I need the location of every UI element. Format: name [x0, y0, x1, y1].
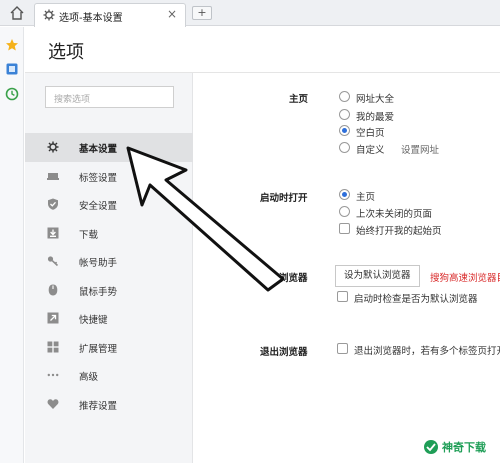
startup-label: 启动时打开	[260, 193, 308, 204]
sidebar-item-extensions[interactable]: 扩展管理	[25, 333, 193, 362]
shortcut-icon	[47, 312, 59, 324]
sidebar-item-label: 安全设置	[79, 201, 118, 212]
checkbox[interactable]	[337, 343, 348, 354]
settings-content: 主页 网址大全 我的最爱 空白页 自定义 设置网址 启动时打开 主页 上次未关闭…	[194, 73, 500, 463]
option-label: 始终打开我的起始页	[356, 226, 442, 237]
radio-button[interactable]	[339, 109, 350, 120]
sidebar-item-label: 标签设置	[79, 172, 118, 184]
key-icon	[47, 256, 59, 267]
search-input[interactable]: 搜索选项	[45, 86, 174, 108]
option-label: 空白页	[356, 128, 385, 139]
heart-icon	[47, 398, 59, 409]
exit-browser-label: 退出浏览器	[260, 347, 308, 358]
option-label: 主页	[356, 192, 376, 203]
option-label: 网址大全	[356, 94, 395, 105]
tab-options[interactable]: 选项-基本设置 ×	[34, 3, 186, 27]
new-tab-button[interactable]: +	[192, 6, 212, 20]
sidebar-strip	[0, 27, 24, 463]
homepage-label: 主页	[289, 94, 309, 105]
close-icon[interactable]: ×	[167, 7, 177, 21]
sidebar-item-basic[interactable]: 基本设置	[25, 133, 193, 162]
gear-icon	[47, 141, 59, 153]
star-icon[interactable]	[5, 38, 19, 52]
default-browser-label: 默认浏览器	[260, 273, 308, 284]
extensions-icon	[47, 341, 59, 352]
mouse-icon	[48, 284, 58, 295]
gear-icon	[43, 9, 55, 21]
page-title: 选项	[48, 42, 84, 63]
download-icon	[47, 227, 59, 238]
sidebar-item-tabs[interactable]: 标签设置	[25, 162, 193, 191]
radio-button[interactable]	[339, 206, 350, 217]
sidebar-item-label: 帐号助手	[79, 258, 118, 269]
watermark: 神奇下载	[420, 436, 496, 458]
settings-sidebar: 搜索选项 基本设置 标签设置 安全设置 下载 帐号助手 鼠标手势 快捷键 扩展管…	[25, 73, 193, 463]
checkbox[interactable]	[339, 223, 350, 234]
more-icon	[47, 373, 59, 377]
radio-button[interactable]	[339, 142, 350, 153]
sidebar-item-label: 扩展管理	[79, 343, 118, 355]
option-label: 上次未关闭的页面	[356, 209, 433, 220]
radio-button-selected[interactable]	[339, 189, 350, 200]
radio-button-selected[interactable]	[339, 125, 350, 136]
sidebar-item-shortcuts[interactable]: 快捷键	[25, 304, 193, 333]
sidebar-item-label: 下载	[79, 229, 99, 241]
sidebar-item-label: 推荐设置	[79, 400, 118, 412]
option-label: 启动时检查是否为默认浏览器	[354, 294, 478, 305]
sidebar-item-security[interactable]: 安全设置	[25, 190, 193, 219]
option-label: 退出浏览器时，若有多个标签页打开	[354, 346, 500, 357]
history-icon[interactable]	[5, 87, 19, 101]
set-default-browser-button[interactable]: 设为默认浏览器	[335, 265, 420, 287]
sidebar-item-download[interactable]: 下载	[25, 219, 193, 248]
option-label: 自定义	[356, 145, 385, 156]
tab-icon	[47, 172, 59, 180]
reading-list-icon[interactable]	[5, 62, 19, 76]
shield-check-icon	[48, 198, 58, 210]
watermark-logo-icon	[424, 440, 438, 454]
sidebar-item-label: 高级	[79, 372, 99, 383]
sidebar-item-label: 鼠标手势	[79, 286, 118, 298]
option-label: 我的最爱	[356, 112, 395, 123]
watermark-text: 神奇下载	[442, 441, 486, 454]
sidebar-item-mouse-gesture[interactable]: 鼠标手势	[25, 276, 193, 305]
sidebar-item-recommended[interactable]: 推荐设置	[25, 390, 193, 419]
sidebar-item-label: 快捷键	[79, 315, 108, 326]
default-browser-warning: 搜狗高速浏览器目	[430, 273, 500, 284]
settings-nav: 基本设置 标签设置 安全设置 下载 帐号助手 鼠标手势 快捷键 扩展管理 高级 …	[25, 133, 193, 418]
tab-title: 选项-基本设置	[59, 13, 123, 24]
sidebar-item-account[interactable]: 帐号助手	[25, 247, 193, 276]
set-url-link[interactable]: 设置网址	[401, 142, 439, 156]
tab-bar: 选项-基本设置 × +	[0, 0, 500, 27]
checkbox[interactable]	[337, 291, 348, 302]
sidebar-item-label: 基本设置	[79, 144, 118, 155]
sidebar-item-advanced[interactable]: 高级	[25, 361, 193, 390]
home-icon[interactable]	[8, 4, 26, 22]
radio-button[interactable]	[339, 91, 350, 102]
